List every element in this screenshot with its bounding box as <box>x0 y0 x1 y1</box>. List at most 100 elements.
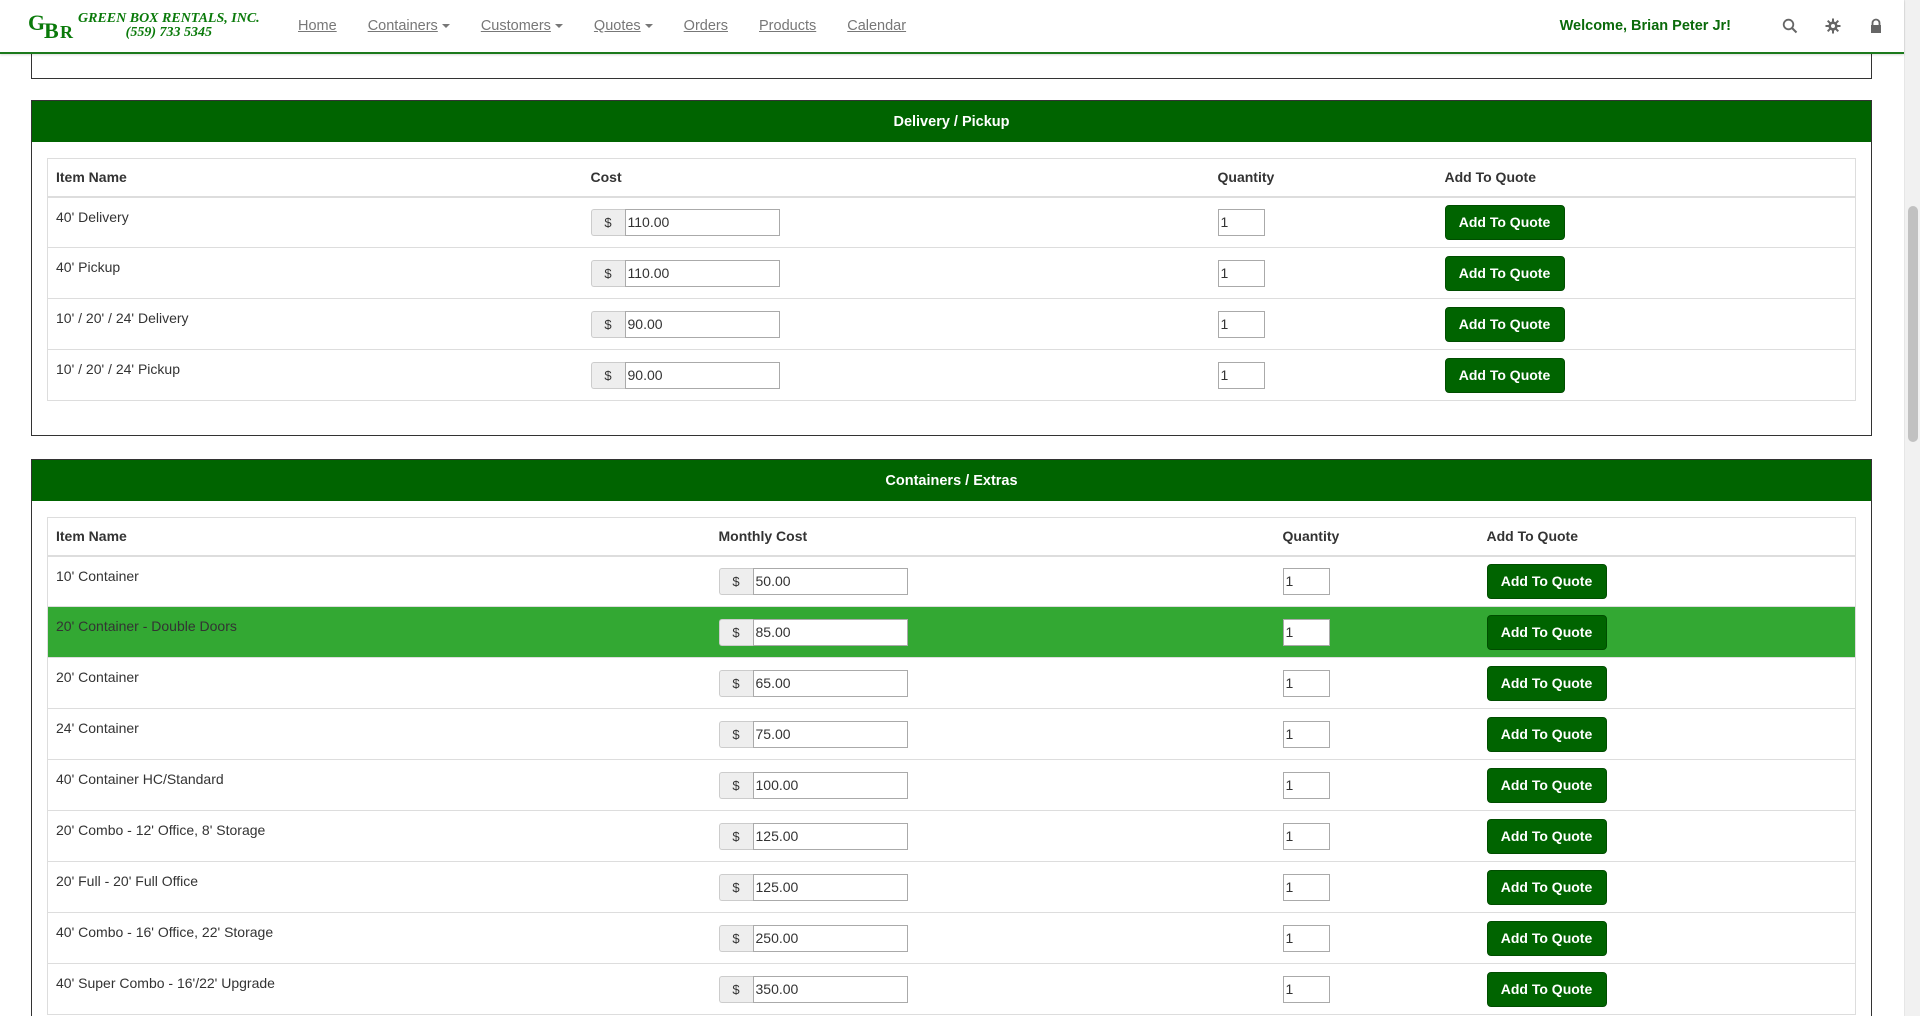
logo-mark: G B R <box>28 8 78 44</box>
quantity-input[interactable] <box>1282 771 1330 799</box>
quantity-cell <box>1274 861 1479 913</box>
quantity-input[interactable] <box>1282 567 1330 595</box>
add-to-quote-cell: Add To Quote <box>1478 606 1856 658</box>
add-to-quote-button[interactable]: Add To Quote <box>1444 306 1565 342</box>
item-name: 20' Container <box>47 657 711 709</box>
cost-cell: $ <box>710 555 1275 607</box>
gear-icon[interactable] <box>1825 18 1841 34</box>
scrollbar-thumb[interactable] <box>1908 206 1918 442</box>
add-to-quote-button[interactable]: Add To Quote <box>1444 204 1565 240</box>
item-name: 40' Container HC/Standard <box>47 759 711 811</box>
item-name: 10' / 20' / 24' Delivery <box>47 298 583 350</box>
nav-link-label: Products <box>759 18 817 34</box>
nav-link-calendar[interactable]: Calendar <box>847 18 906 34</box>
table-row: 40' Container HC/Standard$ Add To Quote <box>47 759 1856 811</box>
quantity-input[interactable] <box>1282 822 1330 850</box>
cost-input[interactable] <box>624 361 780 389</box>
containers-table-body: 10' Container$Add To Quote20' Container … <box>47 555 1856 1015</box>
quantity-input[interactable] <box>1217 310 1265 338</box>
add-to-quote-cell: Add To Quote <box>1478 963 1856 1015</box>
delivery-table-body: 40' Delivery$Add To Quote40' Pickup$Add … <box>47 196 1856 401</box>
quantity-input[interactable] <box>1217 208 1265 236</box>
add-to-quote-button[interactable]: Add To Quote <box>1486 665 1607 701</box>
cost-input[interactable] <box>752 720 908 748</box>
quantity-cell <box>1209 298 1437 350</box>
quantity-input[interactable] <box>1282 873 1330 901</box>
cost-input-group: $ <box>718 567 1267 595</box>
table-row: 40' Pickup$ Add To Quote <box>47 247 1856 299</box>
cost-input[interactable] <box>752 567 908 595</box>
cost-input[interactable] <box>624 208 780 236</box>
cost-input[interactable] <box>752 873 908 901</box>
cost-input[interactable] <box>624 310 780 338</box>
add-to-quote-button[interactable]: Add To Quote <box>1486 614 1607 650</box>
cost-input-group: $ <box>718 975 1267 1003</box>
add-to-quote-button[interactable]: Add To Quote <box>1486 818 1607 854</box>
nav-link-customers[interactable]: Customers <box>481 18 563 34</box>
quantity-input[interactable] <box>1282 924 1330 952</box>
currency-addon: $ <box>718 771 753 799</box>
table-row: 40' Combo - 16' Office, 22' Storage$ Add … <box>47 912 1856 964</box>
add-to-quote-button[interactable]: Add To Quote <box>1486 920 1607 956</box>
quantity-input[interactable] <box>1217 361 1265 389</box>
quantity-cell <box>1274 912 1479 964</box>
quantity-input[interactable] <box>1282 669 1330 697</box>
quantity-input[interactable] <box>1282 720 1330 748</box>
panel-heading: Delivery / Pickup <box>32 101 1871 142</box>
quantity-cell <box>1209 349 1437 401</box>
item-name: 40' Delivery <box>47 196 583 248</box>
cost-input[interactable] <box>752 618 908 646</box>
cost-cell: $ <box>710 861 1275 913</box>
table-row: 20' Container$ Add To Quote <box>47 657 1856 709</box>
nav-link-label: Containers <box>367 18 438 34</box>
add-to-quote-button[interactable]: Add To Quote <box>1486 716 1607 752</box>
add-to-quote-button[interactable]: Add To Quote <box>1486 767 1607 803</box>
cost-input[interactable] <box>624 259 780 287</box>
caret-down-icon <box>644 24 653 28</box>
cost-input-group: $ <box>718 618 1267 646</box>
item-name: 40' Combo - 16' Office, 22' Storage <box>47 912 711 964</box>
search-icon[interactable] <box>1782 18 1798 34</box>
add-to-quote-button[interactable]: Add To Quote <box>1486 869 1607 905</box>
delivery-pickup-panel: Delivery / Pickup Item Name Cost Quantit… <box>31 100 1872 436</box>
col-add-to-quote: Add To Quote <box>1436 158 1856 198</box>
add-to-quote-button[interactable]: Add To Quote <box>1444 255 1565 291</box>
brand-logo[interactable]: G B R GREEN BOX RENTALS, INC. (559) 733 … <box>28 8 276 44</box>
item-name: 40' Pickup <box>47 247 583 299</box>
add-to-quote-button[interactable]: Add To Quote <box>1486 971 1607 1007</box>
quantity-cell <box>1274 963 1479 1015</box>
cost-input[interactable] <box>752 924 908 952</box>
quantity-cell <box>1274 657 1479 709</box>
vertical-scrollbar[interactable] <box>1904 0 1920 1016</box>
nav-link-quotes[interactable]: Quotes <box>594 18 653 34</box>
nav-link-products[interactable]: Products <box>759 18 816 34</box>
quantity-input[interactable] <box>1217 259 1265 287</box>
cost-input[interactable] <box>752 975 908 1003</box>
cost-input[interactable] <box>752 771 908 799</box>
cost-input[interactable] <box>752 669 908 697</box>
add-to-quote-button[interactable]: Add To Quote <box>1486 563 1607 599</box>
add-to-quote-cell: Add To Quote <box>1478 657 1856 709</box>
nav-link-home[interactable]: Home <box>298 18 337 34</box>
lock-icon[interactable] <box>1868 18 1884 34</box>
col-item-name: Item Name <box>47 517 711 557</box>
currency-addon: $ <box>718 873 753 901</box>
currency-addon: $ <box>590 208 625 236</box>
add-to-quote-button[interactable]: Add To Quote <box>1444 357 1565 393</box>
table-row: 40' Super Combo - 16'/22' Upgrade$ Add To… <box>47 963 1856 1015</box>
cost-input-group: $ <box>590 361 1202 389</box>
table-row: 10' / 20' / 24' Pickup$ Add To Quote <box>47 349 1856 401</box>
table-row: 10' Container$ Add To Quote <box>47 555 1856 607</box>
nav-link-orders[interactable]: Orders <box>684 18 728 34</box>
col-quantity: Quantity <box>1274 517 1479 557</box>
table-header-row: Item Name Cost Quantity Add To Quote <box>47 158 1856 198</box>
panel-heading: Containers / Extras <box>32 460 1871 501</box>
cost-cell: $ <box>582 349 1210 401</box>
quantity-input[interactable] <box>1282 975 1330 1003</box>
nav-link-containers[interactable]: Containers <box>368 18 450 34</box>
cost-input[interactable] <box>752 822 908 850</box>
quantity-input[interactable] <box>1282 618 1330 646</box>
table-row: 24' Container$ Add To Quote <box>47 708 1856 760</box>
page-content: Delivery / Pickup Item Name Cost Quantit… <box>0 0 1904 1016</box>
cost-input-group: $ <box>718 771 1267 799</box>
